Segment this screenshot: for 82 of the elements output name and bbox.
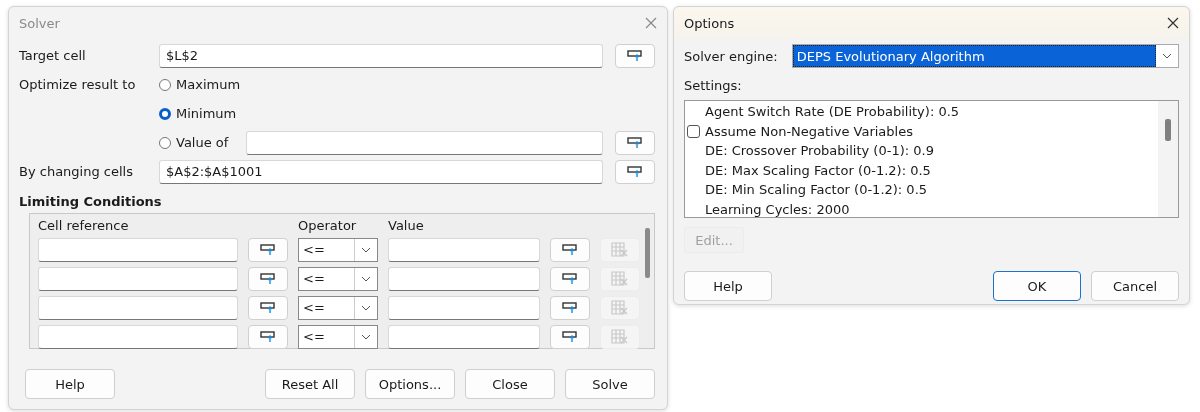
radio-label: Value of [176, 135, 229, 150]
help-button[interactable]: Help [684, 271, 772, 301]
shrink-button[interactable] [550, 296, 590, 320]
field-label: Optimize result to [19, 77, 137, 92]
shrink-icon [260, 273, 276, 285]
field-label: Target cell [19, 48, 87, 63]
close-button[interactable]: Close [465, 369, 555, 399]
close-icon[interactable] [1167, 17, 1179, 29]
radio-label: Maximum [176, 77, 241, 92]
cell-reference-field[interactable] [38, 238, 238, 262]
setting-item[interactable]: DE: Crossover Probability (0-1): 0.9 [705, 143, 934, 159]
operator-dropdown[interactable]: <= [298, 325, 378, 349]
solve-button[interactable]: Solve [565, 369, 655, 399]
cancel-button[interactable]: Cancel [1091, 271, 1179, 301]
shrink-icon [562, 244, 578, 256]
shrink-icon [562, 273, 578, 285]
shrink-icon [260, 331, 276, 343]
column-header: Value [388, 218, 424, 233]
settings-label: Settings: [684, 78, 743, 95]
value-field[interactable] [388, 325, 540, 349]
shrink-button[interactable] [550, 238, 590, 262]
shrink-icon [562, 331, 578, 343]
chevron-down-icon [361, 334, 371, 340]
operator-dropdown[interactable]: <= [298, 238, 378, 262]
shrink-icon [627, 49, 643, 62]
delete-row-icon [611, 242, 629, 258]
cell-reference-field[interactable] [38, 325, 238, 349]
column-header: Cell reference [38, 218, 130, 233]
radio-button[interactable] [159, 136, 171, 149]
cell-reference-field[interactable] [38, 267, 238, 291]
solver-engine-dropdown[interactable]: DEPS Evolutionary Algorithm [791, 44, 1179, 68]
value-field[interactable] [388, 296, 540, 320]
window-title: Solver [19, 15, 60, 31]
window-title: Options [684, 15, 735, 31]
chevron-down-icon [361, 247, 371, 253]
shrink-button[interactable] [615, 130, 655, 155]
scrollbar-thumb[interactable] [644, 228, 650, 278]
shrink-icon [562, 302, 578, 314]
chevron-down-icon [361, 276, 371, 282]
shrink-button[interactable] [615, 159, 655, 184]
setting-item[interactable]: DE: Min Scaling Factor (0-1.2): 0.5 [705, 182, 928, 198]
shrink-icon [627, 136, 643, 149]
setting-item[interactable]: Learning Cycles: 2000 [705, 201, 850, 217]
delete-row-icon [611, 329, 629, 345]
checkbox[interactable] [687, 124, 700, 138]
shrink-button[interactable] [248, 238, 288, 262]
delete-row-icon [611, 271, 629, 287]
reset-all-button[interactable]: Reset All [265, 369, 355, 399]
operator-dropdown[interactable]: <= [298, 296, 378, 320]
column-header: Operator [298, 218, 358, 233]
value-of-field[interactable] [246, 130, 603, 155]
section-heading: Limiting Conditions [19, 194, 163, 210]
help-button[interactable]: Help [25, 369, 115, 399]
shrink-button[interactable] [248, 267, 288, 291]
value-field[interactable] [388, 238, 540, 262]
target-cell-field[interactable]: $L$2 [159, 43, 603, 68]
radio-label: Minimum [176, 106, 237, 121]
setting-item[interactable]: DE: Max Scaling Factor (0-1.2): 0.5 [705, 162, 931, 178]
operator-dropdown[interactable]: <= [298, 267, 378, 291]
setting-item[interactable]: Agent Switch Rate (DE Probability): 0.5 [705, 104, 960, 120]
shrink-icon [627, 165, 643, 178]
chevron-down-icon [361, 305, 371, 311]
delete-row-icon [611, 300, 629, 316]
shrink-button[interactable] [550, 267, 590, 291]
field-label: By changing cells [19, 164, 134, 179]
radio-button[interactable] [159, 107, 171, 120]
cell-reference-field[interactable] [38, 296, 238, 320]
shrink-button[interactable] [550, 325, 590, 349]
field-label: Solver engine: [684, 48, 778, 64]
setting-item[interactable]: Assume Non-Negative Variables [705, 123, 913, 139]
shrink-button[interactable] [248, 325, 288, 349]
shrink-icon [260, 244, 276, 256]
shrink-button[interactable] [248, 296, 288, 320]
options-button[interactable]: Options... [365, 369, 455, 399]
changing-cells-field[interactable]: $A$2:$A$1001 [159, 159, 603, 184]
scrollbar-thumb[interactable] [1165, 119, 1171, 141]
chevron-down-icon [1162, 53, 1172, 59]
ok-button[interactable]: OK [993, 271, 1081, 301]
value-field[interactable] [388, 267, 540, 291]
radio-button[interactable] [159, 78, 171, 91]
shrink-button[interactable] [615, 43, 655, 68]
shrink-icon [260, 302, 276, 314]
